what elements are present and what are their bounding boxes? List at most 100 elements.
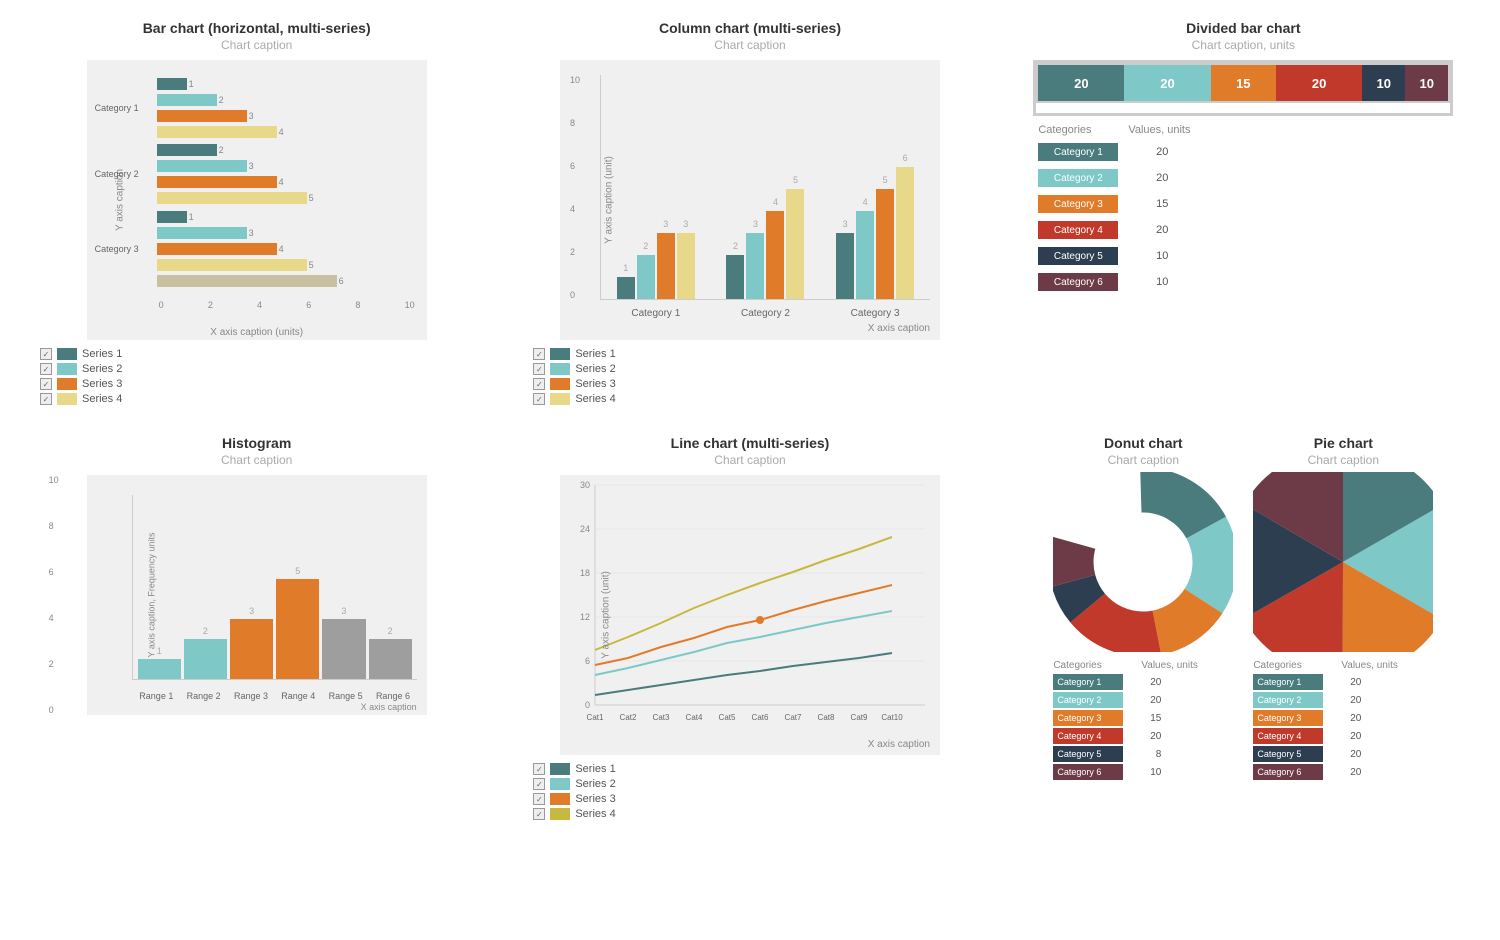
divided-bar-container: 20 20 15 20 10 10 Categories Values, uni… — [1033, 60, 1453, 296]
segment-cat2: 20 — [1124, 65, 1210, 101]
legend-item: ✓ Series 1 — [533, 348, 615, 360]
linechart-title: Line chart (multi-series) — [671, 435, 830, 451]
colchart-group1: 1 2 3 3 — [617, 233, 695, 299]
svg-text:Cat3: Cat3 — [653, 713, 670, 722]
colchart-x-labels: Category 1 Category 2 Category 3 — [601, 308, 930, 319]
svg-text:Cat10: Cat10 — [881, 713, 903, 722]
hbar-title: Bar chart (horizontal, multi-series) — [143, 20, 371, 36]
svg-text:Cat8: Cat8 — [818, 713, 835, 722]
colchart-y-ticks: 0 2 4 6 8 10 — [570, 75, 580, 300]
legend-item: ✓ Series 3 — [533, 793, 615, 805]
pie-header-val: Values, units — [1341, 660, 1398, 671]
hbar-group-2: Category 2 2 3 4 5 — [157, 143, 417, 205]
svg-text:Cat5: Cat5 — [719, 713, 736, 722]
linechart-legend-s4: Series 4 — [575, 808, 615, 820]
linechart-legend: ✓ Series 1 ✓ Series 2 ✓ Series 3 ✓ Serie… — [513, 763, 615, 820]
histogram-x-labels: Range 1 Range 2 Range 3 Range 4 Range 5 … — [133, 691, 417, 701]
pie-svg — [1253, 472, 1433, 652]
svg-text:Cat1: Cat1 — [587, 713, 604, 722]
legend-series1-label: Series 1 — [82, 348, 122, 360]
hbar-container: Y axis caption X axis caption (units) Ca… — [87, 60, 427, 340]
donut-block: Donut chart Chart caption — [1053, 435, 1233, 782]
colchart-legend-s4: Series 4 — [575, 393, 615, 405]
colchart-legend-s1: Series 1 — [575, 348, 615, 360]
hist-bar-range5: 3 — [322, 619, 365, 679]
pie-row-cat3: Category 3 20 — [1253, 710, 1433, 726]
linechart-x-label: X axis caption — [868, 739, 930, 750]
divided-bar-legend: Categories Values, units Category 1 20 C… — [1033, 124, 1453, 294]
legend-item: ✓ Series 4 — [533, 393, 615, 405]
svg-text:Cat6: Cat6 — [752, 713, 769, 722]
colchart-caption: Chart caption — [714, 38, 785, 52]
colchart-legend: ✓ Series 1 ✓ Series 2 ✓ Series 3 ✓ Serie… — [513, 348, 615, 405]
colchart-block: Column chart (multi-series) Chart captio… — [513, 20, 986, 405]
legend-item: ✓ Series 1 — [533, 763, 615, 775]
hist-bar-range4: 5 — [276, 579, 319, 679]
legend-item: ✓ Series 2 — [533, 778, 615, 790]
legend-series4-label: Series 4 — [82, 393, 122, 405]
circle-charts-row: Donut chart Chart caption — [1053, 435, 1433, 782]
divided-bar-segments: 20 20 15 20 10 10 — [1036, 63, 1450, 103]
legend-header-val: Values, units — [1128, 124, 1190, 136]
colchart-container: Y axis caption (unit) 0 2 4 6 8 10 1 2 3… — [560, 60, 940, 340]
hist-bar-range6: 2 — [369, 639, 412, 679]
colchart-title: Column chart (multi-series) — [659, 20, 841, 36]
linechart-svg: 0 6 12 18 24 30 Cat1 Cat2 Cat3 Cat4 Cat5… — [560, 475, 940, 755]
divided-bar-caption: Chart caption, units — [1192, 38, 1295, 52]
legend-item: ✓ Series 2 — [40, 363, 122, 375]
histogram-title: Histogram — [222, 435, 291, 451]
divided-bar-title: Divided bar chart — [1186, 20, 1300, 36]
histogram-block: Histogram Chart caption Y axis caption, … — [20, 435, 493, 820]
divided-bar-legend-header: Categories Values, units — [1033, 124, 1453, 136]
segment-cat6: 10 — [1405, 65, 1448, 101]
hbar-group-1: Category 1 1 2 3 4 — [157, 77, 417, 139]
hbar-x-label: X axis caption (units) — [210, 327, 303, 338]
svg-text:24: 24 — [580, 524, 590, 534]
legend-series2-label: Series 2 — [82, 363, 122, 375]
pie-row-cat5: Category 5 20 — [1253, 746, 1433, 762]
svg-text:18: 18 — [580, 568, 590, 578]
legend-row-cat1: Category 1 20 — [1033, 140, 1453, 164]
main-grid: Bar chart (horizontal, multi-series) Cha… — [20, 20, 1480, 820]
pie-row-cat6: Category 6 20 — [1253, 764, 1433, 780]
hist-bar-range1: 1 — [138, 659, 181, 679]
pie-legend: Categories Values, units Category 1 20 C… — [1253, 660, 1433, 782]
linechart-legend-s3: Series 3 — [575, 793, 615, 805]
hbar-row: 5 — [157, 191, 417, 205]
segment-cat1: 20 — [1038, 65, 1124, 101]
colchart-legend-s2: Series 2 — [575, 363, 615, 375]
histogram-container: Y axis caption, Frequency units 0 2 4 6 … — [87, 475, 427, 715]
donut-header-val: Values, units — [1141, 660, 1198, 671]
donut-row-cat1: Category 1 20 — [1053, 674, 1233, 690]
hbar-cat1-label: Category 1 — [95, 103, 139, 113]
legend-row-cat5: Category 5 10 — [1033, 244, 1453, 268]
hist-bar-range2: 2 — [184, 639, 227, 679]
donut-row-cat3: Category 3 15 — [1053, 710, 1233, 726]
hbar-row: 3 — [157, 159, 417, 173]
legend-item: ✓ Series 3 — [40, 378, 122, 390]
pie-row-cat1: Category 1 20 — [1253, 674, 1433, 690]
pie-row-cat2: Category 2 20 — [1253, 692, 1433, 708]
donut-row-cat2: Category 2 20 — [1053, 692, 1233, 708]
colchart-group2: 2 3 4 5 — [726, 189, 804, 299]
segment-cat5: 10 — [1362, 65, 1405, 101]
hbar-row: 1 — [157, 210, 417, 224]
donut-caption: Chart caption — [1108, 453, 1179, 467]
hbar-cat3-label: Category 3 — [95, 244, 139, 254]
svg-text:12: 12 — [580, 612, 590, 622]
colchart-legend-s3: Series 3 — [575, 378, 615, 390]
histogram-x-axis-label: X axis caption — [361, 702, 417, 712]
hbar-x-ticks: 0 2 4 6 8 10 — [157, 300, 417, 310]
pie-header-cat: Categories — [1253, 660, 1333, 671]
legend-row-cat6: Category 6 10 — [1033, 270, 1453, 294]
hbar-row: 3 — [157, 226, 417, 240]
legend-item: ✓ Series 1 — [40, 348, 122, 360]
linechart-block: Line chart (multi-series) Chart caption … — [513, 435, 986, 820]
hbar-row: 2 — [157, 93, 417, 107]
legend-item: ✓ Series 4 — [533, 808, 615, 820]
donut-row-cat5: Category 5 8 — [1053, 746, 1233, 762]
svg-text:30: 30 — [580, 480, 590, 490]
donut-svg — [1053, 472, 1233, 652]
pie-legend-header: Categories Values, units — [1253, 660, 1433, 671]
hbar-caption: Chart caption — [221, 38, 292, 52]
